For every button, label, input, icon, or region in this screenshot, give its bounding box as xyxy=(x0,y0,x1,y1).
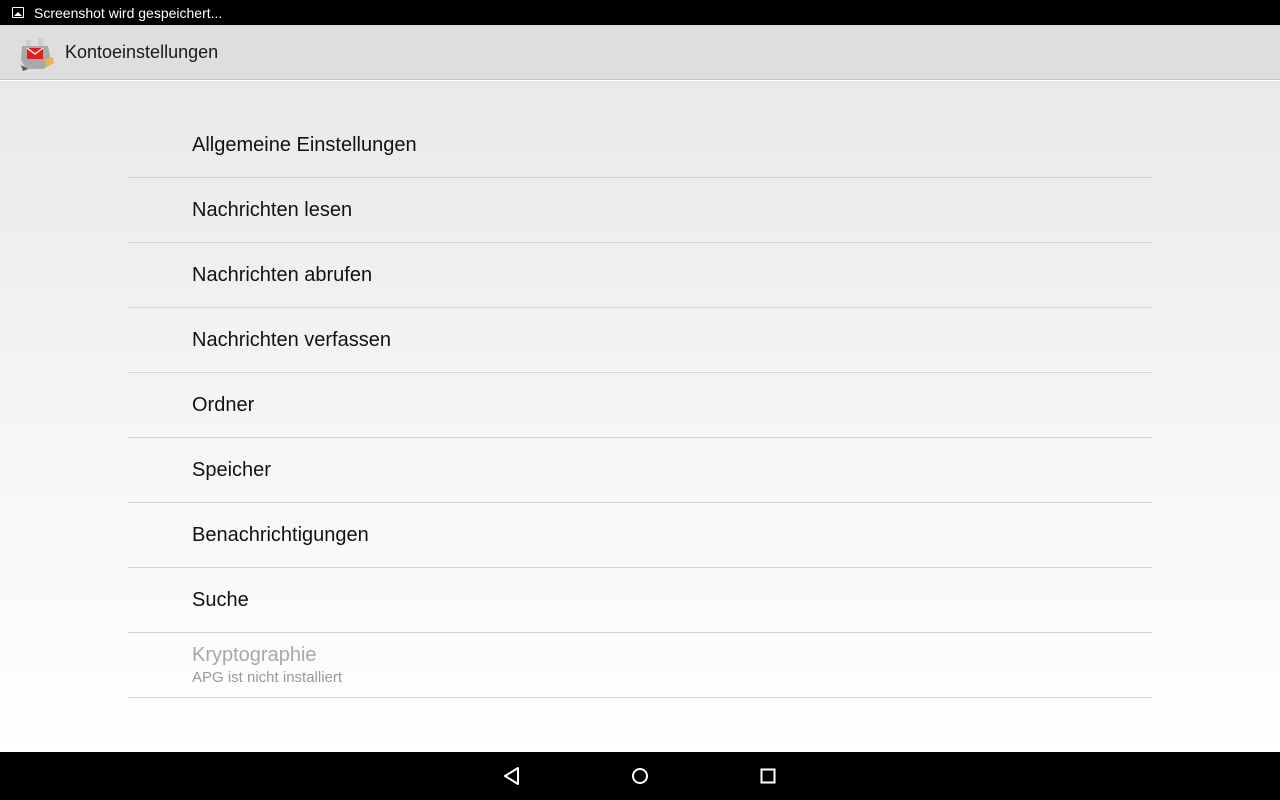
pref-title: Suche xyxy=(192,588,249,611)
pref-title: Nachrichten verfassen xyxy=(192,328,391,351)
home-icon xyxy=(632,768,648,784)
pref-summary: APG ist nicht installiert xyxy=(192,669,343,686)
pref-item-cryptography: Kryptographie APG ist nicht installiert xyxy=(128,633,1152,698)
preference-list: Allgemeine Einstellungen Nachrichten les… xyxy=(128,113,1152,698)
pref-title: Nachrichten lesen xyxy=(192,198,353,221)
pref-title: Benachrichtigungen xyxy=(192,523,369,546)
image-icon xyxy=(12,7,24,18)
status-bar: Screenshot wird gespeichert... xyxy=(0,0,1280,25)
pref-title: Ordner xyxy=(192,393,255,416)
pref-item-general[interactable]: Allgemeine Einstellungen xyxy=(128,113,1152,178)
pref-item-fetching[interactable]: Nachrichten abrufen xyxy=(128,243,1152,308)
status-notification-text: Screenshot wird gespeichert... xyxy=(34,4,223,21)
recents-button[interactable] xyxy=(744,752,792,800)
navigation-bar xyxy=(0,752,1280,800)
pref-item-notifications[interactable]: Benachrichtigungen xyxy=(128,503,1152,568)
recents-icon xyxy=(760,768,776,784)
pref-title: Nachrichten abrufen xyxy=(192,263,373,286)
back-icon xyxy=(504,767,519,785)
settings-content: Allgemeine Einstellungen Nachrichten les… xyxy=(0,81,1280,752)
pref-item-reading[interactable]: Nachrichten lesen xyxy=(128,178,1152,243)
pref-title: Kryptographie xyxy=(192,644,317,666)
pref-title: Allgemeine Einstellungen xyxy=(192,133,417,156)
pref-item-folders[interactable]: Ordner xyxy=(128,373,1152,438)
pref-item-search[interactable]: Suche xyxy=(128,568,1152,633)
action-bar: Kontoeinstellungen xyxy=(0,25,1280,80)
pref-item-storage[interactable]: Speicher xyxy=(128,438,1152,503)
back-button[interactable] xyxy=(488,752,536,800)
k9-mail-icon[interactable] xyxy=(18,32,56,72)
home-button[interactable] xyxy=(616,752,664,800)
page-title: Kontoeinstellungen xyxy=(65,41,219,62)
pref-title: Speicher xyxy=(192,458,271,481)
pref-item-composition[interactable]: Nachrichten verfassen xyxy=(128,308,1152,373)
